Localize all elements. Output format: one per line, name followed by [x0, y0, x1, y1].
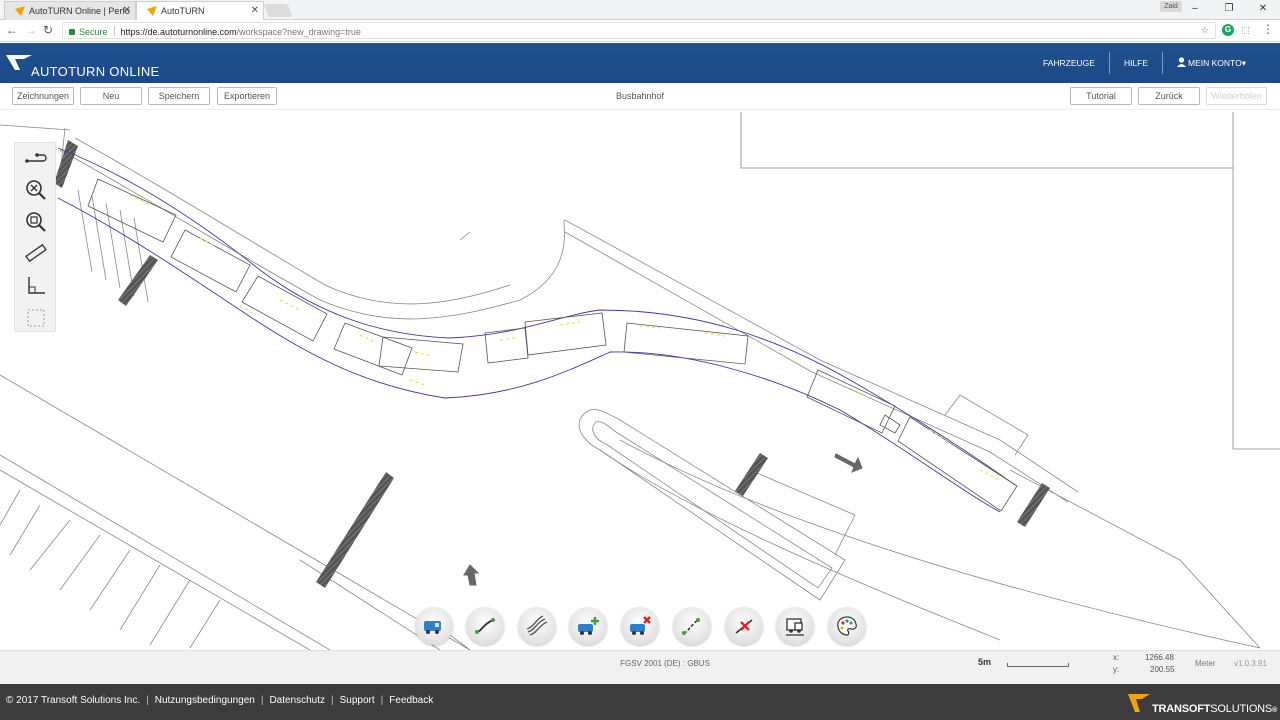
restore-icon[interactable]: ❐ — [1212, 0, 1246, 18]
new-tab-button[interactable] — [263, 4, 293, 17]
url-host: https://de.autoturnonline.com — [120, 27, 237, 37]
drawings-button[interactable]: Zeichnungen — [12, 87, 74, 105]
vehicle-select-button[interactable] — [415, 607, 453, 645]
browser-address-bar: ← → ↻ Secure https://de.autoturnonline.co… — [0, 20, 1280, 42]
brand-tm: ® — [1272, 707, 1278, 714]
drawing-title: Busbahnhof — [615, 91, 665, 101]
arc-path-button[interactable] — [466, 607, 504, 645]
support-link[interactable]: Support — [340, 695, 375, 706]
view-tools-palette — [14, 142, 56, 332]
y-coord-label: y: — [1113, 665, 1120, 674]
browser-menu-icon[interactable]: ⋮ — [1262, 22, 1274, 36]
user-icon — [1177, 57, 1187, 67]
version-label: v1.0.3.91 — [1234, 659, 1267, 668]
delete-path-button[interactable] — [725, 607, 763, 645]
x-coord-value: 1266.48 — [1145, 653, 1174, 662]
feedback-link[interactable]: Feedback — [389, 695, 433, 706]
nav-account[interactable]: MEIN KONTO▾ — [1163, 52, 1280, 74]
forward-arrow-icon[interactable]: → — [25, 23, 37, 37]
tutorial-button[interactable]: Tutorial — [1070, 87, 1132, 105]
cad-drawing — [0, 112, 1280, 650]
selection-box-icon[interactable] — [23, 305, 49, 331]
secure-label: Secure — [79, 27, 108, 37]
clearance-report-icon — [786, 618, 804, 636]
status-bar: FGSV 2001 (DE) : GBUS 5m x: 1266.48 y: 2… — [0, 650, 1280, 684]
export-button[interactable]: Exportieren — [217, 87, 277, 105]
swept-path-button[interactable] — [518, 607, 556, 645]
arc-path-icon — [475, 618, 495, 634]
measure-ruler-icon[interactable] — [23, 241, 49, 267]
transoft-logo: TRANSOFTSOLUTIONS® — [1128, 692, 1278, 716]
scale-label: 5m — [978, 657, 992, 667]
terms-link[interactable]: Nutzungsbedingungen — [155, 695, 255, 706]
vehicle-select-icon — [424, 621, 441, 634]
pan-hand-icon[interactable] — [23, 147, 49, 173]
privacy-link[interactable]: Datenschutz — [269, 695, 325, 706]
tab-title: AutoTURN Online | Perfo — [29, 6, 130, 16]
ucs-axes-icon[interactable] — [23, 273, 49, 299]
y-coord-value: 200.55 — [1150, 665, 1175, 674]
transoft-logo-icon — [1128, 694, 1150, 712]
logo-text: AUTOTURN ONLINE — [31, 64, 160, 79]
drawing-toolbar: Zeichnungen Neu Speichern Exportieren Bu… — [0, 83, 1280, 110]
zoom-window-icon[interactable] — [23, 209, 49, 235]
app-header: AUTOTURN ONLINE FAHRZEUGE HILFE MEIN KON… — [0, 43, 1280, 83]
zoom-extents-icon[interactable] — [23, 177, 49, 203]
remove-vehicle-icon — [630, 616, 651, 635]
tab-title: AutoTURN — [161, 6, 205, 16]
browser-tab-autoturn[interactable]: AutoTURN ✕ — [136, 1, 264, 20]
back-arrow-icon[interactable]: ← — [6, 23, 18, 37]
reload-icon[interactable]: ↻ — [43, 23, 53, 37]
scale-bar — [1007, 663, 1069, 667]
drawing-canvas[interactable] — [0, 110, 1280, 650]
bookmark-star-icon[interactable]: ☆ — [1201, 25, 1209, 36]
brand-bold: TRANSOFT — [1152, 703, 1211, 715]
vehicle-tools-bar — [0, 607, 1280, 647]
color-palette-icon — [837, 616, 857, 636]
new-button[interactable]: Neu — [80, 87, 142, 105]
edit-path-button[interactable] — [673, 607, 711, 645]
chevron-down-icon: ▾ — [1241, 58, 1246, 68]
x-coord-label: x: — [1113, 653, 1120, 662]
close-window-icon[interactable]: ✕ — [1246, 0, 1280, 18]
browser-tab-autoturn-online[interactable]: AutoTURN Online | Perfo ✕ — [4, 1, 136, 20]
top-navigation: FAHRZEUGE HILFE MEIN KONTO▾ — [1029, 43, 1280, 83]
url-path: /workspace?new_drawing=true — [236, 27, 361, 37]
autoturn-favicon-icon — [147, 6, 157, 16]
lock-icon — [69, 29, 75, 35]
browser-tab-bar: AutoTURN Online | Perfo ✕ AutoTURN ✕ Zai… — [0, 0, 1280, 20]
swept-path-icon — [526, 615, 548, 636]
color-palette-button[interactable] — [828, 607, 866, 645]
delete-path-icon — [735, 619, 753, 634]
grammarly-extension-icon[interactable]: G — [1222, 24, 1234, 36]
close-tab-icon[interactable]: ✕ — [123, 5, 131, 16]
add-vehicle-button[interactable] — [569, 607, 607, 645]
nav-help[interactable]: HILFE — [1110, 52, 1162, 74]
page-footer: © 2017 Transoft Solutions Inc. | Nutzungsb… — [0, 684, 1280, 720]
copyright-text: © 2017 Transoft Solutions Inc. — [6, 695, 141, 706]
url-input[interactable]: Secure https://de.autoturnonline.com/work… — [62, 22, 1216, 39]
add-vehicle-icon — [578, 617, 599, 635]
current-vehicle-label: FGSV 2001 (DE) : GBUS — [620, 659, 710, 668]
clearance-report-button[interactable] — [776, 607, 814, 645]
extension-icon[interactable]: ⬚ — [1241, 25, 1250, 36]
autoturn-favicon-icon — [15, 6, 25, 16]
brand-light: SOLUTIONS — [1210, 703, 1273, 715]
nav-vehicles[interactable]: FAHRZEUGE — [1029, 52, 1109, 74]
window-controls: – ❐ ✕ — [1178, 0, 1280, 18]
back-button[interactable]: Zurück — [1138, 87, 1200, 105]
units-label: Meter — [1195, 659, 1216, 668]
close-tab-icon[interactable]: ✕ — [251, 5, 259, 16]
autoturn-logo-icon — [6, 55, 32, 70]
redo-button[interactable]: Wiederholen — [1206, 87, 1267, 105]
save-button[interactable]: Speichern — [148, 87, 210, 105]
account-label: MEIN KONTO — [1188, 58, 1242, 68]
edit-path-icon — [682, 618, 700, 635]
remove-vehicle-button[interactable] — [621, 607, 659, 645]
minimize-icon[interactable]: – — [1178, 0, 1212, 18]
